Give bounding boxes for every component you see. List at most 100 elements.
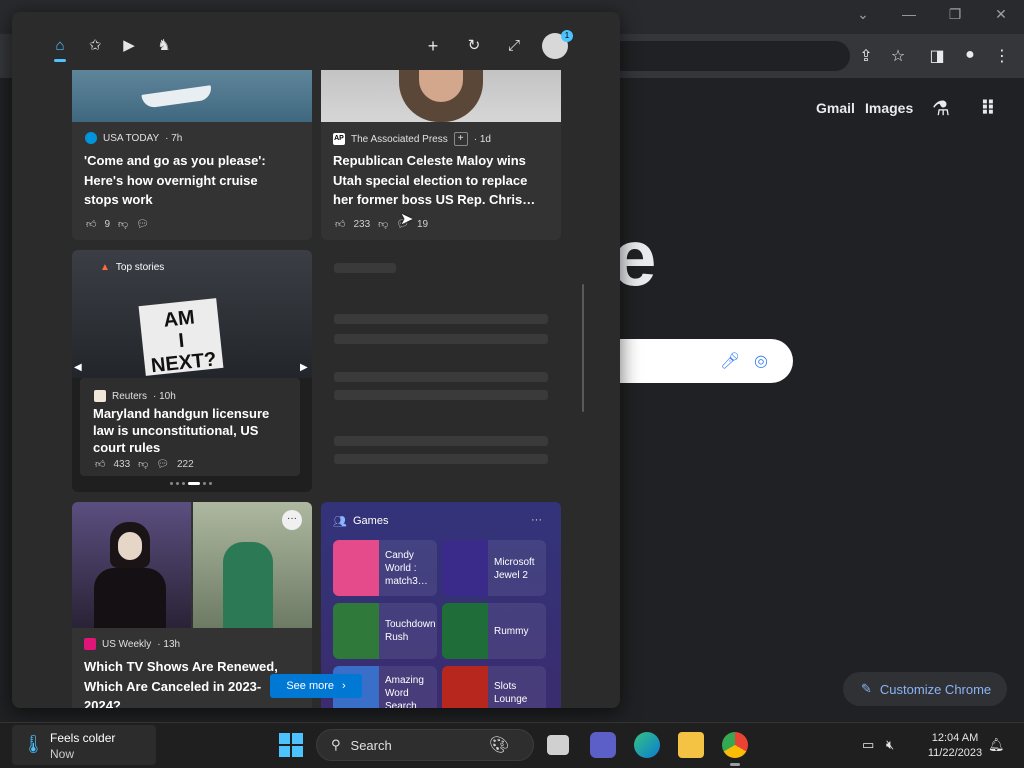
news-headline[interactable]: 'Come and go as you please': Here's how …	[84, 151, 294, 210]
share-icon[interactable]: ⇪	[856, 46, 876, 66]
search-label: Search	[350, 737, 392, 753]
chrome-menu-icon[interactable]: ⋮	[992, 46, 1012, 66]
game-thumbnail	[442, 666, 488, 708]
news-source: AP The Associated Press + · 1d	[333, 132, 491, 146]
minimize-icon[interactable]: —	[896, 6, 922, 22]
volume-muted-icon[interactable]: 🔇︎	[886, 737, 894, 753]
carousel-story-panel: Reuters · 10h Maryland handgun licensure…	[80, 378, 300, 476]
add-widget-icon[interactable]: +	[422, 35, 444, 57]
profile-icon[interactable]: ●	[960, 46, 980, 64]
reuters-logo-icon	[94, 390, 106, 402]
customize-chrome-button[interactable]: ✎ Customize Chrome	[843, 672, 1007, 706]
chevron-right-icon: ›	[342, 680, 346, 692]
file-explorer-icon[interactable]	[678, 732, 704, 758]
flame-icon: ▲	[100, 262, 110, 273]
carousel-next-icon[interactable]: ▶	[300, 362, 308, 373]
news-card-ap[interactable]: AP The Associated Press + · 1d Republica…	[321, 52, 561, 240]
widgets-header: ⌂ ✩ ▶ ♞ + ↻ ⤢ 1	[12, 12, 620, 70]
interests-star-icon[interactable]: ✩	[84, 35, 106, 57]
bookmark-star-icon[interactable]: ☆	[888, 46, 908, 66]
comment-icon[interactable]: 💬︎	[156, 459, 169, 470]
search-icon: ⚲	[331, 737, 341, 752]
task-view-icon[interactable]	[547, 735, 569, 755]
restore-icon[interactable]: ❐	[942, 6, 968, 23]
widgets-panel: ⌂ ✩ ▶ ♞ + ↻ ⤢ 1 USA TODAY · 7h 'Come and…	[12, 12, 620, 708]
reactions-bar: 👍︎ 9 👎︎ 💬︎	[86, 218, 149, 231]
voice-search-icon[interactable]: 🎤︎	[720, 351, 740, 371]
game-tile[interactable]: Touchdown Rush	[333, 603, 437, 659]
news-card-reuters[interactable]: AM I NEXT? ▲ Top stories ◀ ▶ Reuters · 10h…	[72, 250, 312, 492]
game-thumbnail	[442, 540, 488, 596]
weather-title: Feels colder	[50, 731, 116, 745]
mouse-cursor-icon: ➤	[400, 211, 414, 228]
google-search-box[interactable]: 🎤︎ ◎	[600, 339, 793, 383]
weather-widget[interactable]: 🌡︎ Feels colder Now	[12, 725, 156, 765]
images-link[interactable]: Images	[865, 100, 913, 116]
expand-icon[interactable]: ⤢	[503, 35, 525, 57]
dislike-icon[interactable]: 👎︎	[378, 218, 388, 230]
edge-icon[interactable]	[634, 732, 660, 758]
home-icon[interactable]: ⌂	[49, 35, 71, 57]
reactions-bar: 👍︎ 233 👎︎ 💬︎ 19	[335, 218, 429, 231]
carousel-dots[interactable]	[170, 482, 212, 485]
weather-subtitle: Now	[50, 747, 75, 761]
protest-sign: AM I NEXT?	[138, 298, 224, 377]
tab-search-icon[interactable]: ⌄	[850, 6, 876, 23]
dislike-icon[interactable]: 👎︎	[118, 218, 128, 230]
news-card-usatoday[interactable]: USA TODAY · 7h 'Come and go as you pleas…	[72, 52, 312, 240]
wednesday-image	[72, 502, 191, 628]
home-active-indicator	[54, 59, 66, 62]
news-headline[interactable]: Republican Celeste Maloy wins Utah speci…	[333, 151, 551, 210]
start-button[interactable]	[279, 733, 303, 757]
game-tile[interactable]: Microsoft Jewel 2	[442, 540, 546, 596]
game-thumbnail	[333, 540, 379, 596]
search-highlight-icon: 🎨︎	[489, 737, 510, 754]
news-source: USA TODAY · 7h	[85, 132, 182, 144]
news-source: Reuters · 10h	[94, 390, 176, 402]
ap-logo-icon: AP	[333, 133, 345, 145]
top-stories-tag: ▲ Top stories	[100, 262, 165, 273]
notification-badge: 1	[561, 30, 573, 42]
close-icon[interactable]: ✕	[988, 6, 1014, 23]
news-headline[interactable]: Which TV Shows Are Renewed, Which Are Ca…	[84, 657, 298, 708]
games-more-icon[interactable]: ···	[531, 514, 542, 526]
comment-icon[interactable]: 💬︎	[136, 219, 149, 230]
see-more-button[interactable]: See more ›	[270, 674, 362, 698]
customize-chrome-label: Customize Chrome	[879, 681, 992, 697]
game-tile[interactable]: Candy World : match3…	[333, 540, 437, 596]
game-tile[interactable]: Slots Lounge	[442, 666, 546, 708]
side-panel-icon[interactable]: ◨	[927, 46, 947, 66]
teams-chat-icon[interactable]	[590, 732, 616, 758]
follow-plus-icon[interactable]: +	[453, 132, 468, 146]
see-more-label: See more	[286, 680, 335, 692]
pencil-icon: ✎	[861, 681, 872, 696]
more-options-icon[interactable]: ···	[282, 510, 302, 530]
network-icon[interactable]: ▭	[862, 737, 874, 753]
gmail-link[interactable]: Gmail	[816, 100, 855, 116]
game-thumbnail	[442, 603, 488, 659]
reactions-bar: 👍︎ 433 👎︎ 💬︎ 222	[95, 458, 194, 471]
dislike-icon[interactable]: 👎︎	[138, 458, 148, 470]
clock-time: 12:04 AM	[931, 732, 979, 744]
taskbar-clock[interactable]: 12:04 AM 11/22/2023	[916, 731, 994, 761]
gaming-icon[interactable]: ♞	[153, 35, 175, 57]
taskbar-search[interactable]: ⚲ Search 🎨︎	[316, 729, 534, 761]
notification-bell-icon[interactable]: 🔔︎	[988, 737, 1005, 753]
video-icon[interactable]: ▶	[118, 35, 140, 57]
refresh-icon[interactable]: ↻	[463, 35, 485, 57]
usweekly-logo-icon	[84, 638, 96, 650]
game-tile[interactable]: Rummy	[442, 603, 546, 659]
like-icon[interactable]: 👍︎	[95, 458, 105, 470]
like-icon[interactable]: 👍︎	[335, 218, 345, 230]
games-people-icon: 👥︎	[333, 516, 347, 528]
game-thumbnail	[333, 603, 379, 659]
usatoday-logo-icon	[85, 132, 97, 144]
chrome-taskbar-icon[interactable]	[722, 732, 748, 758]
carousel-prev-icon[interactable]: ◀	[74, 362, 82, 373]
lens-icon[interactable]: ◎	[754, 351, 768, 371]
apps-grid-icon[interactable]: ⠿	[980, 96, 996, 121]
like-icon[interactable]: 👍︎	[86, 218, 96, 230]
labs-flask-icon[interactable]: ⚗	[932, 96, 950, 121]
scrollbar[interactable]	[582, 284, 584, 412]
news-headline[interactable]: Maryland handgun licensure law is uncons…	[93, 405, 293, 456]
